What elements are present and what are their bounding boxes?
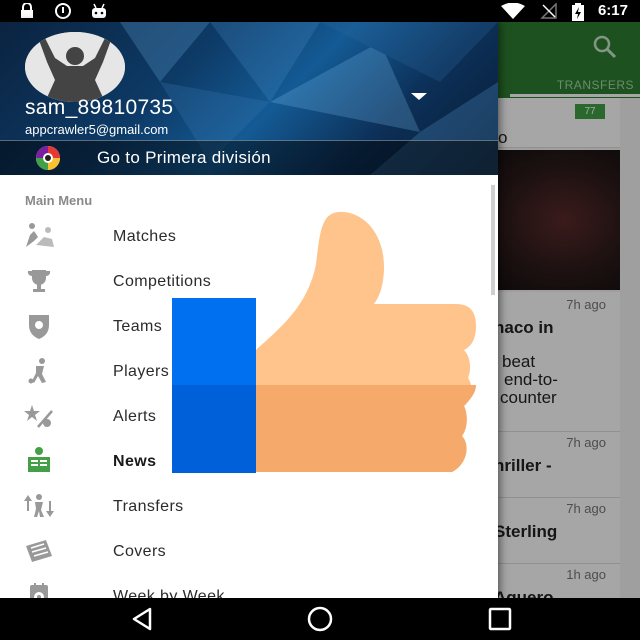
back-icon[interactable] <box>128 606 158 632</box>
transfer-icon <box>22 491 56 521</box>
username: sam_89810735 <box>25 96 174 119</box>
menu-item-label: Alerts <box>113 408 157 425</box>
trophy-icon <box>22 266 56 296</box>
menu-item-covers[interactable]: Covers <box>0 530 498 575</box>
status-bar: 6:17 <box>0 0 640 22</box>
alert-circle-icon <box>54 3 72 19</box>
players-tackle-icon <box>22 221 56 251</box>
thumbs-up-icon <box>172 211 476 473</box>
menu-item-label: Players <box>113 363 170 380</box>
menu-item-label: Teams <box>113 318 163 335</box>
android-icon <box>90 3 108 19</box>
menu-item-label: Matches <box>113 228 177 245</box>
account-dropdown-icon[interactable] <box>411 93 427 100</box>
league-logo-icon <box>28 145 68 171</box>
drawer-header: sam_89810735 appcrawler5@gmail.com Go to… <box>0 22 498 175</box>
menu-item-transfers[interactable]: Transfers <box>0 485 498 530</box>
wifi-icon <box>500 2 526 19</box>
alert-star-icon <box>22 401 56 431</box>
status-time: 6:17 <box>597 2 628 19</box>
go-to-league-button[interactable]: Go to Primera división <box>0 140 498 175</box>
calendar-ball-icon <box>22 581 56 598</box>
avatar[interactable] <box>25 32 125 102</box>
news-icon <box>22 446 56 476</box>
menu-item-label: News <box>113 453 157 470</box>
newspaper-icon <box>22 536 56 566</box>
lock-icon <box>18 2 36 19</box>
battery-charging-icon <box>571 2 584 21</box>
recents-icon[interactable] <box>485 606 515 632</box>
menu-section-header: Main Menu <box>25 193 93 208</box>
menu-item-label: Week by Week <box>113 588 225 598</box>
navigation-bar <box>0 598 640 640</box>
menu-item-label: Covers <box>113 543 167 560</box>
no-signal-icon <box>540 1 558 19</box>
player-icon <box>22 356 56 386</box>
home-icon[interactable] <box>305 606 335 632</box>
shield-icon <box>22 311 56 341</box>
league-label: Go to Primera división <box>97 148 271 167</box>
menu-item-label: Transfers <box>113 498 184 515</box>
menu-item-week-by-week[interactable]: Week by Week <box>0 575 498 598</box>
user-email: appcrawler5@gmail.com <box>25 122 169 137</box>
